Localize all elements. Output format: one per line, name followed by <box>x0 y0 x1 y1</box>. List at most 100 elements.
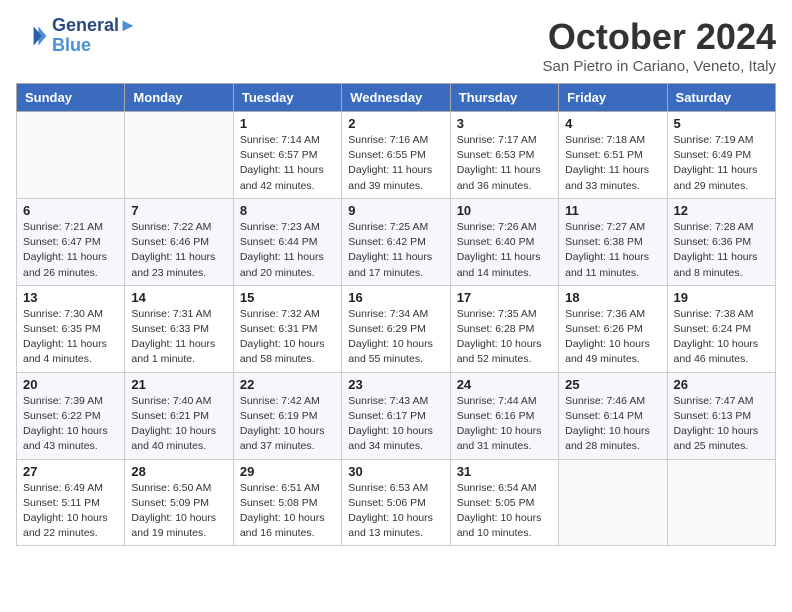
day-info: Sunrise: 7:26 AMSunset: 6:40 PMDaylight:… <box>457 220 552 281</box>
day-info: Sunrise: 7:42 AMSunset: 6:19 PMDaylight:… <box>240 394 335 455</box>
calendar-cell: 23Sunrise: 7:43 AMSunset: 6:17 PMDayligh… <box>342 372 450 459</box>
weekday-header-row: SundayMondayTuesdayWednesdayThursdayFrid… <box>17 84 776 112</box>
day-number: 1 <box>240 116 335 131</box>
title-block: October 2024 San Pietro in Cariano, Vene… <box>543 16 776 75</box>
day-number: 18 <box>565 290 660 305</box>
week-row-1: 1 Sunrise: 7:14 AMSunset: 6:57 PMDaylight… <box>17 112 776 199</box>
logo-text: General► Blue <box>52 16 137 56</box>
day-info: Sunrise: 7:25 AMSunset: 6:42 PMDaylight:… <box>348 220 443 281</box>
day-info: Sunrise: 7:22 AMSunset: 6:46 PMDaylight:… <box>131 220 226 281</box>
calendar-cell <box>125 112 233 199</box>
day-number: 30 <box>348 464 443 479</box>
weekday-header-tuesday: Tuesday <box>233 84 341 112</box>
day-info: Sunrise: 7:17 AMSunset: 6:53 PMDaylight:… <box>457 133 552 194</box>
weekday-header-thursday: Thursday <box>450 84 558 112</box>
day-number: 22 <box>240 377 335 392</box>
calendar-cell <box>667 459 775 546</box>
day-number: 11 <box>565 203 660 218</box>
day-info: Sunrise: 7:27 AMSunset: 6:38 PMDaylight:… <box>565 220 660 281</box>
week-row-2: 6 Sunrise: 7:21 AMSunset: 6:47 PMDaylight… <box>17 198 776 285</box>
calendar-cell: 4Sunrise: 7:18 AMSunset: 6:51 PMDaylight… <box>559 112 667 199</box>
calendar-cell <box>17 112 125 199</box>
day-info: Sunrise: 6:53 AMSunset: 5:06 PMDaylight:… <box>348 481 443 542</box>
day-number: 19 <box>674 290 769 305</box>
week-row-3: 13 Sunrise: 7:30 AMSunset: 6:35 PMDayligh… <box>17 285 776 372</box>
day-info: Sunrise: 6:54 AMSunset: 5:05 PMDaylight:… <box>457 481 552 542</box>
calendar-cell: 20Sunrise: 7:39 AMSunset: 6:22 PMDayligh… <box>17 372 125 459</box>
calendar-cell: 10Sunrise: 7:26 AMSunset: 6:40 PMDayligh… <box>450 198 558 285</box>
calendar-cell: 29 Sunrise: 6:51 AMSunset: 5:08 PMDayligh… <box>233 459 341 546</box>
calendar-cell: 21 Sunrise: 7:40 AMSunset: 6:21 PMDayligh… <box>125 372 233 459</box>
day-number: 6 <box>23 203 118 218</box>
day-info: Sunrise: 7:32 AMSunset: 6:31 PMDaylight:… <box>240 307 335 368</box>
day-info: Sunrise: 7:28 AMSunset: 6:36 PMDaylight:… <box>674 220 769 281</box>
day-number: 28 <box>131 464 226 479</box>
day-number: 26 <box>674 377 769 392</box>
calendar-cell: 11 Sunrise: 7:27 AMSunset: 6:38 PMDayligh… <box>559 198 667 285</box>
day-info: Sunrise: 6:50 AMSunset: 5:09 PMDaylight:… <box>131 481 226 542</box>
day-info: Sunrise: 7:39 AMSunset: 6:22 PMDaylight:… <box>23 394 118 455</box>
calendar-cell: 12 Sunrise: 7:28 AMSunset: 6:36 PMDayligh… <box>667 198 775 285</box>
day-info: Sunrise: 7:30 AMSunset: 6:35 PMDaylight:… <box>23 307 118 368</box>
calendar-cell: 25Sunrise: 7:46 AMSunset: 6:14 PMDayligh… <box>559 372 667 459</box>
weekday-header-wednesday: Wednesday <box>342 84 450 112</box>
calendar-cell: 15 Sunrise: 7:32 AMSunset: 6:31 PMDayligh… <box>233 285 341 372</box>
calendar-cell: 16Sunrise: 7:34 AMSunset: 6:29 PMDayligh… <box>342 285 450 372</box>
calendar-cell: 8 Sunrise: 7:23 AMSunset: 6:44 PMDaylight… <box>233 198 341 285</box>
calendar-cell: 3 Sunrise: 7:17 AMSunset: 6:53 PMDaylight… <box>450 112 558 199</box>
calendar-cell: 14Sunrise: 7:31 AMSunset: 6:33 PMDayligh… <box>125 285 233 372</box>
day-info: Sunrise: 7:43 AMSunset: 6:17 PMDaylight:… <box>348 394 443 455</box>
weekday-header-monday: Monday <box>125 84 233 112</box>
calendar-cell: 1 Sunrise: 7:14 AMSunset: 6:57 PMDaylight… <box>233 112 341 199</box>
calendar-cell: 26 Sunrise: 7:47 AMSunset: 6:13 PMDayligh… <box>667 372 775 459</box>
day-number: 14 <box>131 290 226 305</box>
day-info: Sunrise: 7:23 AMSunset: 6:44 PMDaylight:… <box>240 220 335 281</box>
page-header: General► Blue October 2024 San Pietro in… <box>16 16 776 75</box>
day-info: Sunrise: 6:51 AMSunset: 5:08 PMDaylight:… <box>240 481 335 542</box>
day-number: 3 <box>457 116 552 131</box>
day-number: 12 <box>674 203 769 218</box>
day-info: Sunrise: 7:36 AMSunset: 6:26 PMDaylight:… <box>565 307 660 368</box>
calendar-cell: 30 Sunrise: 6:53 AMSunset: 5:06 PMDayligh… <box>342 459 450 546</box>
day-number: 15 <box>240 290 335 305</box>
day-info: Sunrise: 7:16 AMSunset: 6:55 PMDaylight:… <box>348 133 443 194</box>
calendar-cell: 6 Sunrise: 7:21 AMSunset: 6:47 PMDaylight… <box>17 198 125 285</box>
day-info: Sunrise: 7:34 AMSunset: 6:29 PMDaylight:… <box>348 307 443 368</box>
weekday-header-saturday: Saturday <box>667 84 775 112</box>
day-number: 9 <box>348 203 443 218</box>
day-number: 21 <box>131 377 226 392</box>
day-number: 17 <box>457 290 552 305</box>
weekday-header-friday: Friday <box>559 84 667 112</box>
calendar-cell: 24Sunrise: 7:44 AMSunset: 6:16 PMDayligh… <box>450 372 558 459</box>
day-info: Sunrise: 7:40 AMSunset: 6:21 PMDaylight:… <box>131 394 226 455</box>
location: San Pietro in Cariano, Veneto, Italy <box>543 58 776 75</box>
calendar-cell: 17Sunrise: 7:35 AMSunset: 6:28 PMDayligh… <box>450 285 558 372</box>
day-number: 29 <box>240 464 335 479</box>
calendar-cell: 7Sunrise: 7:22 AMSunset: 6:46 PMDaylight… <box>125 198 233 285</box>
day-number: 2 <box>348 116 443 131</box>
day-info: Sunrise: 7:19 AMSunset: 6:49 PMDaylight:… <box>674 133 769 194</box>
day-number: 5 <box>674 116 769 131</box>
calendar-cell: 31Sunrise: 6:54 AMSunset: 5:05 PMDayligh… <box>450 459 558 546</box>
calendar-table: SundayMondayTuesdayWednesdayThursdayFrid… <box>16 83 776 546</box>
day-info: Sunrise: 7:18 AMSunset: 6:51 PMDaylight:… <box>565 133 660 194</box>
day-number: 27 <box>23 464 118 479</box>
calendar-cell: 9 Sunrise: 7:25 AMSunset: 6:42 PMDaylight… <box>342 198 450 285</box>
calendar-cell <box>559 459 667 546</box>
day-info: Sunrise: 7:21 AMSunset: 6:47 PMDaylight:… <box>23 220 118 281</box>
calendar-cell: 2 Sunrise: 7:16 AMSunset: 6:55 PMDaylight… <box>342 112 450 199</box>
day-number: 13 <box>23 290 118 305</box>
calendar-cell: 22 Sunrise: 7:42 AMSunset: 6:19 PMDayligh… <box>233 372 341 459</box>
calendar-cell: 18 Sunrise: 7:36 AMSunset: 6:26 PMDayligh… <box>559 285 667 372</box>
day-info: Sunrise: 7:47 AMSunset: 6:13 PMDaylight:… <box>674 394 769 455</box>
day-number: 24 <box>457 377 552 392</box>
day-info: Sunrise: 7:46 AMSunset: 6:14 PMDaylight:… <box>565 394 660 455</box>
day-info: Sunrise: 6:49 AMSunset: 5:11 PMDaylight:… <box>23 481 118 542</box>
calendar-body: 1 Sunrise: 7:14 AMSunset: 6:57 PMDaylight… <box>17 112 776 546</box>
month-title: October 2024 <box>543 16 776 58</box>
day-number: 8 <box>240 203 335 218</box>
day-info: Sunrise: 7:14 AMSunset: 6:57 PMDaylight:… <box>240 133 335 194</box>
logo-icon <box>16 20 48 52</box>
week-row-5: 27 Sunrise: 6:49 AMSunset: 5:11 PMDayligh… <box>17 459 776 546</box>
calendar-cell: 5 Sunrise: 7:19 AMSunset: 6:49 PMDaylight… <box>667 112 775 199</box>
